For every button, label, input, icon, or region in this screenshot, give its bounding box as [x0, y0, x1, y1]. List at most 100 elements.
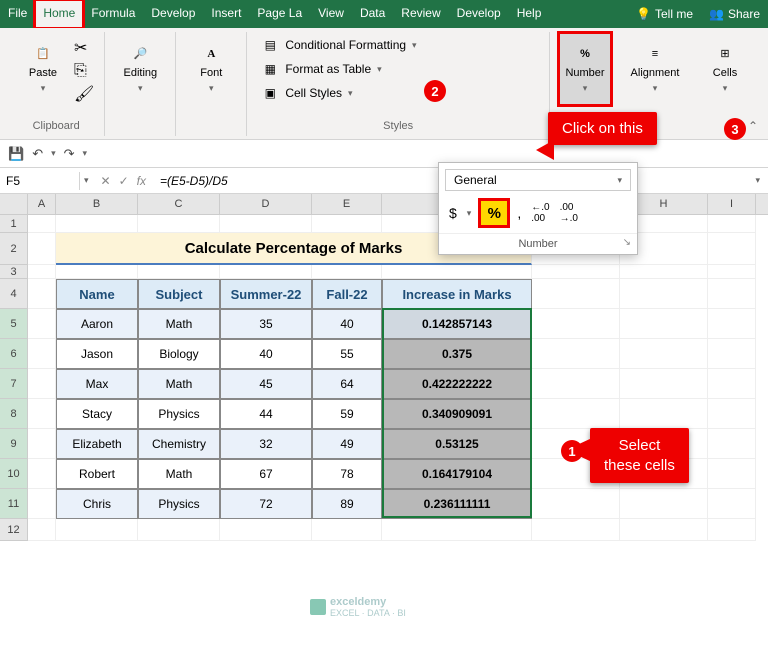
header-subject[interactable]: Subject — [138, 279, 220, 309]
tab-data[interactable]: Data — [352, 0, 393, 28]
table-cell[interactable]: 89 — [312, 489, 382, 519]
enter-icon[interactable]: ✓ — [119, 174, 129, 188]
header-summer-22[interactable]: Summer-22 — [220, 279, 312, 309]
chevron-down-icon[interactable]: ▾ — [83, 148, 88, 159]
header-name[interactable]: Name — [56, 279, 138, 309]
comma-style-button[interactable]: , — [517, 205, 521, 221]
redo-icon[interactable]: ↷ — [64, 146, 75, 162]
cancel-icon[interactable]: ✕ — [101, 174, 111, 188]
table-cell[interactable]: 78 — [312, 459, 382, 489]
editing-button[interactable]: 🔎 Editing ▾ — [115, 34, 165, 104]
expand-formula-icon[interactable]: ▾ — [747, 175, 768, 186]
format-as-table-button[interactable]: ▦Format as Table ▾ — [257, 58, 420, 80]
row-header-6[interactable]: 6 — [0, 339, 28, 369]
selected-cell[interactable]: 0.142857143 — [382, 309, 532, 339]
table-cell[interactable]: 32 — [220, 429, 312, 459]
dialog-launcher-icon[interactable]: ↘ — [623, 237, 631, 248]
undo-icon[interactable]: ↶ — [32, 146, 43, 162]
col-header-I[interactable]: I — [708, 194, 756, 214]
row-header-9[interactable]: 9 — [0, 429, 28, 459]
tellme-button[interactable]: 💡Tell me — [628, 0, 701, 28]
selected-cell[interactable]: 0.164179104 — [382, 459, 532, 489]
header-fall-22[interactable]: Fall-22 — [312, 279, 382, 309]
percent-style-button[interactable]: % — [481, 201, 507, 225]
col-header-C[interactable]: C — [138, 194, 220, 214]
collapse-ribbon-icon[interactable]: ⌃ — [748, 119, 758, 133]
name-box[interactable]: F5 — [0, 172, 80, 190]
cut-icon[interactable]: ✂ — [74, 38, 94, 58]
selected-cell[interactable]: 0.375 — [382, 339, 532, 369]
number-format-select[interactable]: General ▾ — [445, 169, 631, 191]
table-cell[interactable]: Robert — [56, 459, 138, 489]
table-cell[interactable]: Max — [56, 369, 138, 399]
tab-pagela[interactable]: Page La — [249, 0, 310, 28]
selected-cell[interactable]: 0.236111111 — [382, 489, 532, 519]
row-header-1[interactable]: 1 — [0, 215, 28, 233]
select-all-corner[interactable] — [0, 194, 28, 214]
table-cell[interactable]: Stacy — [56, 399, 138, 429]
col-header-B[interactable]: B — [56, 194, 138, 214]
col-header-D[interactable]: D — [220, 194, 312, 214]
accounting-format-button[interactable]: $ — [449, 205, 457, 221]
conditional-formatting-button[interactable]: ▤Conditional Formatting ▾ — [257, 34, 420, 56]
tab-insert[interactable]: Insert — [203, 0, 249, 28]
paste-button[interactable]: 📋 Paste ▾ — [18, 34, 68, 104]
table-cell[interactable]: Aaron — [56, 309, 138, 339]
chevron-down-icon[interactable]: ▾ — [51, 148, 56, 159]
format-painter-icon[interactable]: 🖌 — [74, 84, 94, 104]
table-cell[interactable]: 45 — [220, 369, 312, 399]
tab-help[interactable]: Help — [509, 0, 550, 28]
tab-develop[interactable]: Develop — [143, 0, 203, 28]
row-header-12[interactable]: 12 — [0, 519, 28, 541]
cells-button[interactable]: ⊞ Cells ▾ — [700, 34, 750, 104]
table-cell[interactable]: 35 — [220, 309, 312, 339]
table-cell[interactable]: Physics — [138, 489, 220, 519]
font-button[interactable]: A Font ▾ — [186, 34, 236, 104]
table-cell[interactable]: 64 — [312, 369, 382, 399]
tab-review[interactable]: Review — [393, 0, 448, 28]
tab-formula[interactable]: Formula — [83, 0, 143, 28]
row-header-4[interactable]: 4 — [0, 279, 28, 309]
row-header-5[interactable]: 5 — [0, 309, 28, 339]
table-cell[interactable]: 40 — [312, 309, 382, 339]
increase-decimal-button[interactable]: ←.0.00 — [531, 202, 549, 224]
cell-styles-button[interactable]: ▣Cell Styles ▾ — [257, 82, 420, 104]
row-header-11[interactable]: 11 — [0, 489, 28, 519]
row-header-10[interactable]: 10 — [0, 459, 28, 489]
table-cell[interactable]: 44 — [220, 399, 312, 429]
table-cell[interactable]: 55 — [312, 339, 382, 369]
row-header-3[interactable]: 3 — [0, 265, 28, 279]
table-cell[interactable]: Biology — [138, 339, 220, 369]
table-cell[interactable]: 72 — [220, 489, 312, 519]
save-icon[interactable]: 💾 — [8, 146, 24, 162]
table-cell[interactable]: Chris — [56, 489, 138, 519]
number-button[interactable]: % Number ▾ — [560, 34, 610, 104]
tab-develop[interactable]: Develop — [449, 0, 509, 28]
table-cell[interactable]: 49 — [312, 429, 382, 459]
share-button[interactable]: 👥Share — [701, 0, 768, 28]
alignment-button[interactable]: ≡ Alignment ▾ — [630, 34, 680, 104]
selected-cell[interactable]: 0.422222222 — [382, 369, 532, 399]
row-header-7[interactable]: 7 — [0, 369, 28, 399]
table-cell[interactable]: Elizabeth — [56, 429, 138, 459]
decrease-decimal-button[interactable]: .00→.0 — [560, 202, 578, 224]
col-header-E[interactable]: E — [312, 194, 382, 214]
chevron-down-icon[interactable]: ▾ — [467, 208, 472, 219]
table-cell[interactable]: Math — [138, 369, 220, 399]
table-cell[interactable]: 67 — [220, 459, 312, 489]
table-cell[interactable]: Physics — [138, 399, 220, 429]
copy-icon[interactable]: ⎘ — [74, 62, 94, 80]
selected-cell[interactable]: 0.53125 — [382, 429, 532, 459]
table-cell[interactable]: Math — [138, 459, 220, 489]
fx-icon[interactable]: fx — [137, 174, 146, 188]
table-cell[interactable]: Chemistry — [138, 429, 220, 459]
selected-cell[interactable]: 0.340909091 — [382, 399, 532, 429]
tab-home[interactable]: Home — [35, 0, 83, 28]
tab-file[interactable]: File — [0, 0, 35, 28]
row-header-2[interactable]: 2 — [0, 233, 28, 265]
tab-view[interactable]: View — [310, 0, 352, 28]
table-cell[interactable]: 40 — [220, 339, 312, 369]
row-header-8[interactable]: 8 — [0, 399, 28, 429]
chevron-down-icon[interactable]: ▾ — [80, 175, 93, 186]
table-cell[interactable]: Math — [138, 309, 220, 339]
